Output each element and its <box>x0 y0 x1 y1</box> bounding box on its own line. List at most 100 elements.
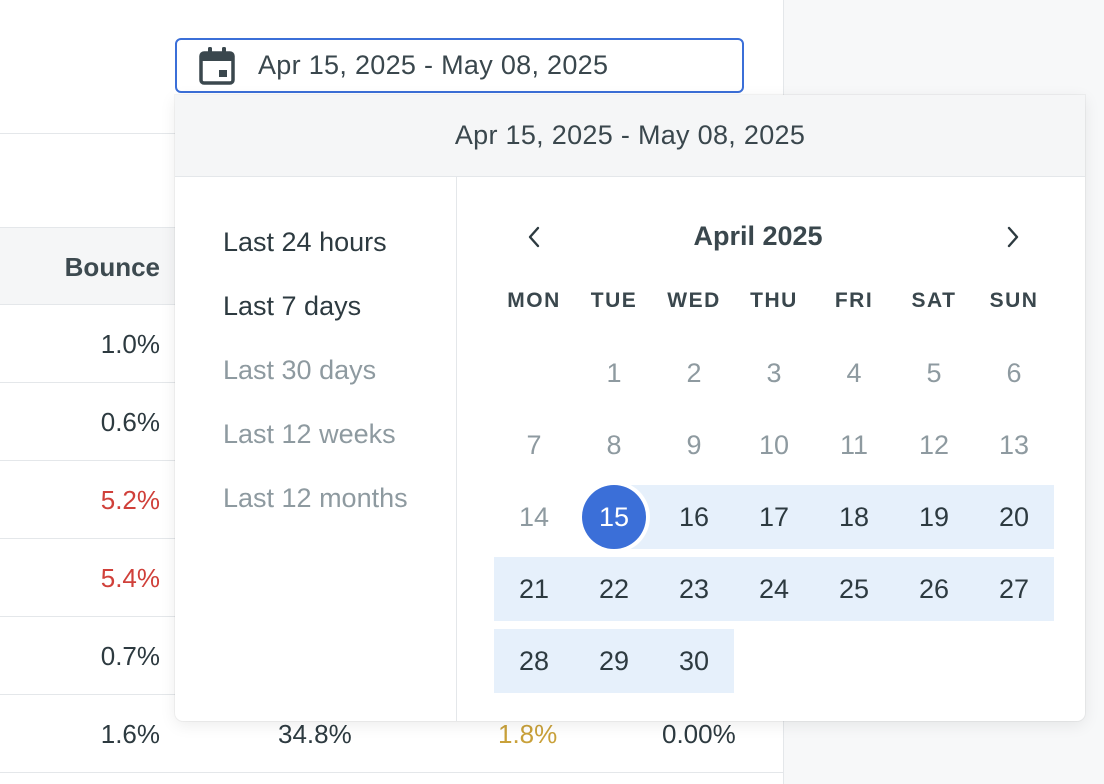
calendar-week-row: 1 2 3 4 5 6 <box>494 341 1054 405</box>
weekday-label: SUN <box>989 289 1039 312</box>
weekday-label: WED <box>667 289 721 312</box>
day-number: 9 <box>686 429 702 460</box>
weekday-label: MON <box>507 289 561 312</box>
weekday-label: TUE <box>590 289 638 312</box>
date-range-popover: Apr 15, 2025 - May 08, 2025 Last 24 hour… <box>175 95 1085 721</box>
table-cell: 1.8% <box>498 719 558 749</box>
calendar-day[interactable]: 11 <box>814 413 894 477</box>
day-number: 10 <box>758 429 790 460</box>
column-header-bounce[interactable]: Bounce <box>65 252 160 283</box>
weekday-label: THU <box>750 289 798 312</box>
calendar-day[interactable]: 13 <box>974 413 1054 477</box>
calendar-day[interactable]: 22 <box>574 557 654 621</box>
calendar-day[interactable]: 19 <box>894 485 974 549</box>
day-number: 27 <box>998 573 1030 604</box>
day-number: 23 <box>678 573 710 604</box>
day-number: 15 <box>598 501 630 532</box>
calendar-week-row: 28 29 30 <box>494 629 1054 693</box>
calendar-day[interactable]: 23 <box>654 557 734 621</box>
preset-option[interactable]: Last 12 months <box>223 483 456 547</box>
preset-option[interactable]: Last 30 days <box>223 355 456 419</box>
weekday-label: FRI <box>834 289 874 312</box>
chevron-right-icon <box>1007 226 1019 248</box>
calendar-day[interactable]: 8 <box>574 413 654 477</box>
bounce-cell: 1.0% <box>100 329 160 359</box>
day-number: 4 <box>846 357 862 388</box>
preset-option[interactable]: Last 24 hours <box>223 227 456 291</box>
calendar-day[interactable]: 30 <box>654 629 734 693</box>
preset-option[interactable]: Last 12 weeks <box>223 419 456 483</box>
calendar-day[interactable]: 7 <box>494 413 574 477</box>
bounce-cell: 0.6% <box>100 407 160 437</box>
day-number: 12 <box>918 429 950 460</box>
calendar-day[interactable]: 5 <box>894 341 974 405</box>
day-number: 6 <box>1006 357 1022 388</box>
calendar-day[interactable]: 21 <box>494 557 574 621</box>
calendar-empty-cell <box>734 629 814 693</box>
calendar-day[interactable]: 10 <box>734 413 814 477</box>
day-number: 14 <box>518 501 550 532</box>
preset-option[interactable]: Last 7 days <box>223 291 456 355</box>
calendar-day[interactable]: 12 <box>894 413 974 477</box>
day-number: 7 <box>526 429 542 460</box>
calendar: April 2025 MON TUE WED THU FRI SAT SUN 1234567… <box>457 177 1085 721</box>
preset-list: Last 24 hours Last 7 days Last 30 days Last… <box>175 177 457 721</box>
calendar-day[interactable]: 20 <box>974 485 1054 549</box>
day-number: 18 <box>838 501 870 532</box>
bounce-cell: 0.7% <box>100 641 160 671</box>
day-number: 26 <box>918 573 950 604</box>
day-number: 25 <box>838 573 870 604</box>
day-number: 5 <box>926 357 942 388</box>
day-number: 28 <box>518 645 550 676</box>
calendar-day[interactable]: 25 <box>814 557 894 621</box>
calendar-day[interactable]: 29 <box>574 629 654 693</box>
calendar-empty-cell <box>494 341 574 405</box>
chevron-left-icon <box>528 226 540 248</box>
day-number: 1 <box>606 357 622 388</box>
calendar-day[interactable]: 9 <box>654 413 734 477</box>
calendar-day[interactable]: 16 <box>654 485 734 549</box>
calendar-day[interactable]: 1 <box>574 341 654 405</box>
calendar-grid: MON TUE WED THU FRI SAT SUN 1 2 3 4 5 6 7 8 9 10 11 12 13 1… <box>494 289 1054 693</box>
calendar-day-selected[interactable]: 15 <box>574 485 654 549</box>
calendar-empty-cell <box>894 629 974 693</box>
calendar-day[interactable]: 28 <box>494 629 574 693</box>
calendar-day[interactable]: 24 <box>734 557 814 621</box>
day-number: 20 <box>998 501 1030 532</box>
day-number: 24 <box>758 573 790 604</box>
day-number: 3 <box>766 357 782 388</box>
calendar-week-row: 7 8 9 10 11 12 13 <box>494 413 1054 477</box>
day-number: 17 <box>758 501 790 532</box>
day-number: 19 <box>918 501 950 532</box>
next-month-button[interactable] <box>993 217 1033 257</box>
calendar-empty-cell <box>974 629 1054 693</box>
calendar-day[interactable]: 4 <box>814 341 894 405</box>
calendar-day[interactable]: 26 <box>894 557 974 621</box>
day-number: 21 <box>518 573 550 604</box>
calendar-icon <box>197 46 237 86</box>
popover-selected-range: Apr 15, 2025 - May 08, 2025 <box>175 95 1085 177</box>
weekday-label: SAT <box>911 289 957 312</box>
calendar-week-row: 14 15 16 17 18 19 20 <box>494 485 1054 549</box>
calendar-day[interactable]: 6 <box>974 341 1054 405</box>
weekday-header-row: MON TUE WED THU FRI SAT SUN <box>494 289 1054 319</box>
day-number: 30 <box>678 645 710 676</box>
date-range-input[interactable]: Apr 15, 2025 - May 08, 2025 <box>175 38 744 93</box>
calendar-day[interactable]: 18 <box>814 485 894 549</box>
table-cell: 0.00% <box>662 719 736 749</box>
prev-month-button[interactable] <box>514 217 554 257</box>
calendar-day[interactable]: 3 <box>734 341 814 405</box>
calendar-day[interactable]: 2 <box>654 341 734 405</box>
calendar-day[interactable]: 17 <box>734 485 814 549</box>
day-number: 11 <box>839 429 869 460</box>
day-number: 22 <box>598 573 630 604</box>
day-number: 13 <box>998 429 1030 460</box>
day-number: 8 <box>606 429 622 460</box>
day-number: 16 <box>678 501 710 532</box>
bounce-cell: 5.2% <box>100 485 160 515</box>
bounce-cell: 5.4% <box>100 563 160 593</box>
calendar-day[interactable]: 27 <box>974 557 1054 621</box>
day-number: 2 <box>686 357 702 388</box>
calendar-empty-cell <box>814 629 894 693</box>
calendar-day[interactable]: 14 <box>494 485 574 549</box>
